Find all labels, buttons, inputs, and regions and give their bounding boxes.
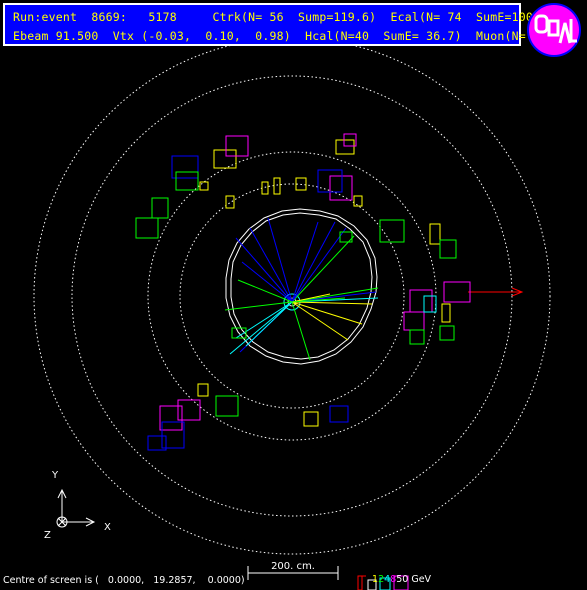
jet-chamber-outline: [225, 208, 378, 365]
track-line: [235, 237, 293, 303]
event-display: [33, 37, 551, 590]
calorimeter-blocks: [135, 133, 471, 451]
energy-legend-item-50gev: 50 GeV: [396, 574, 432, 585]
x-axis-label: X: [104, 522, 111, 533]
track-line: [245, 301, 293, 347]
y-axis-label: Y: [52, 470, 59, 481]
track-line: [291, 301, 363, 325]
track-group: [224, 217, 379, 361]
hcal-outer-ring: [71, 75, 513, 517]
energy-legend: 124850 GeV: [366, 563, 431, 585]
hcal-inner-ring: [147, 151, 437, 441]
muon-arrow: [468, 287, 524, 297]
axis-indicator: [56, 488, 96, 528]
muon-chamber-ring: [33, 37, 551, 555]
z-axis-label: Z: [44, 530, 51, 541]
track-line: [241, 261, 293, 303]
track-line: [291, 227, 347, 303]
track-line: [291, 301, 373, 305]
event-info-header: Run:event 8669: 5178 Ctrk(N= 56 Sump=119…: [3, 3, 554, 46]
track-line: [291, 301, 311, 361]
track-line: [267, 217, 293, 303]
track-line: [291, 221, 336, 303]
header-line-2: Ebeam 91.500 Vtx (-0.03, 0.10, 0.98) Hca…: [13, 29, 548, 43]
track-line: [237, 279, 293, 303]
header-line-1: Run:event 8669: 5178 Ctrk(N= 56 Sump=119…: [13, 10, 555, 24]
opal-logo: [527, 3, 581, 57]
screen-centre-text: Centre of screen is ( 0.0000, 19.2857, 0…: [3, 575, 245, 586]
track-line: [291, 235, 355, 303]
scale-label: 200. cm.: [271, 561, 315, 572]
track-line: [291, 301, 349, 341]
track-line: [249, 227, 293, 303]
track-line: [291, 221, 319, 303]
